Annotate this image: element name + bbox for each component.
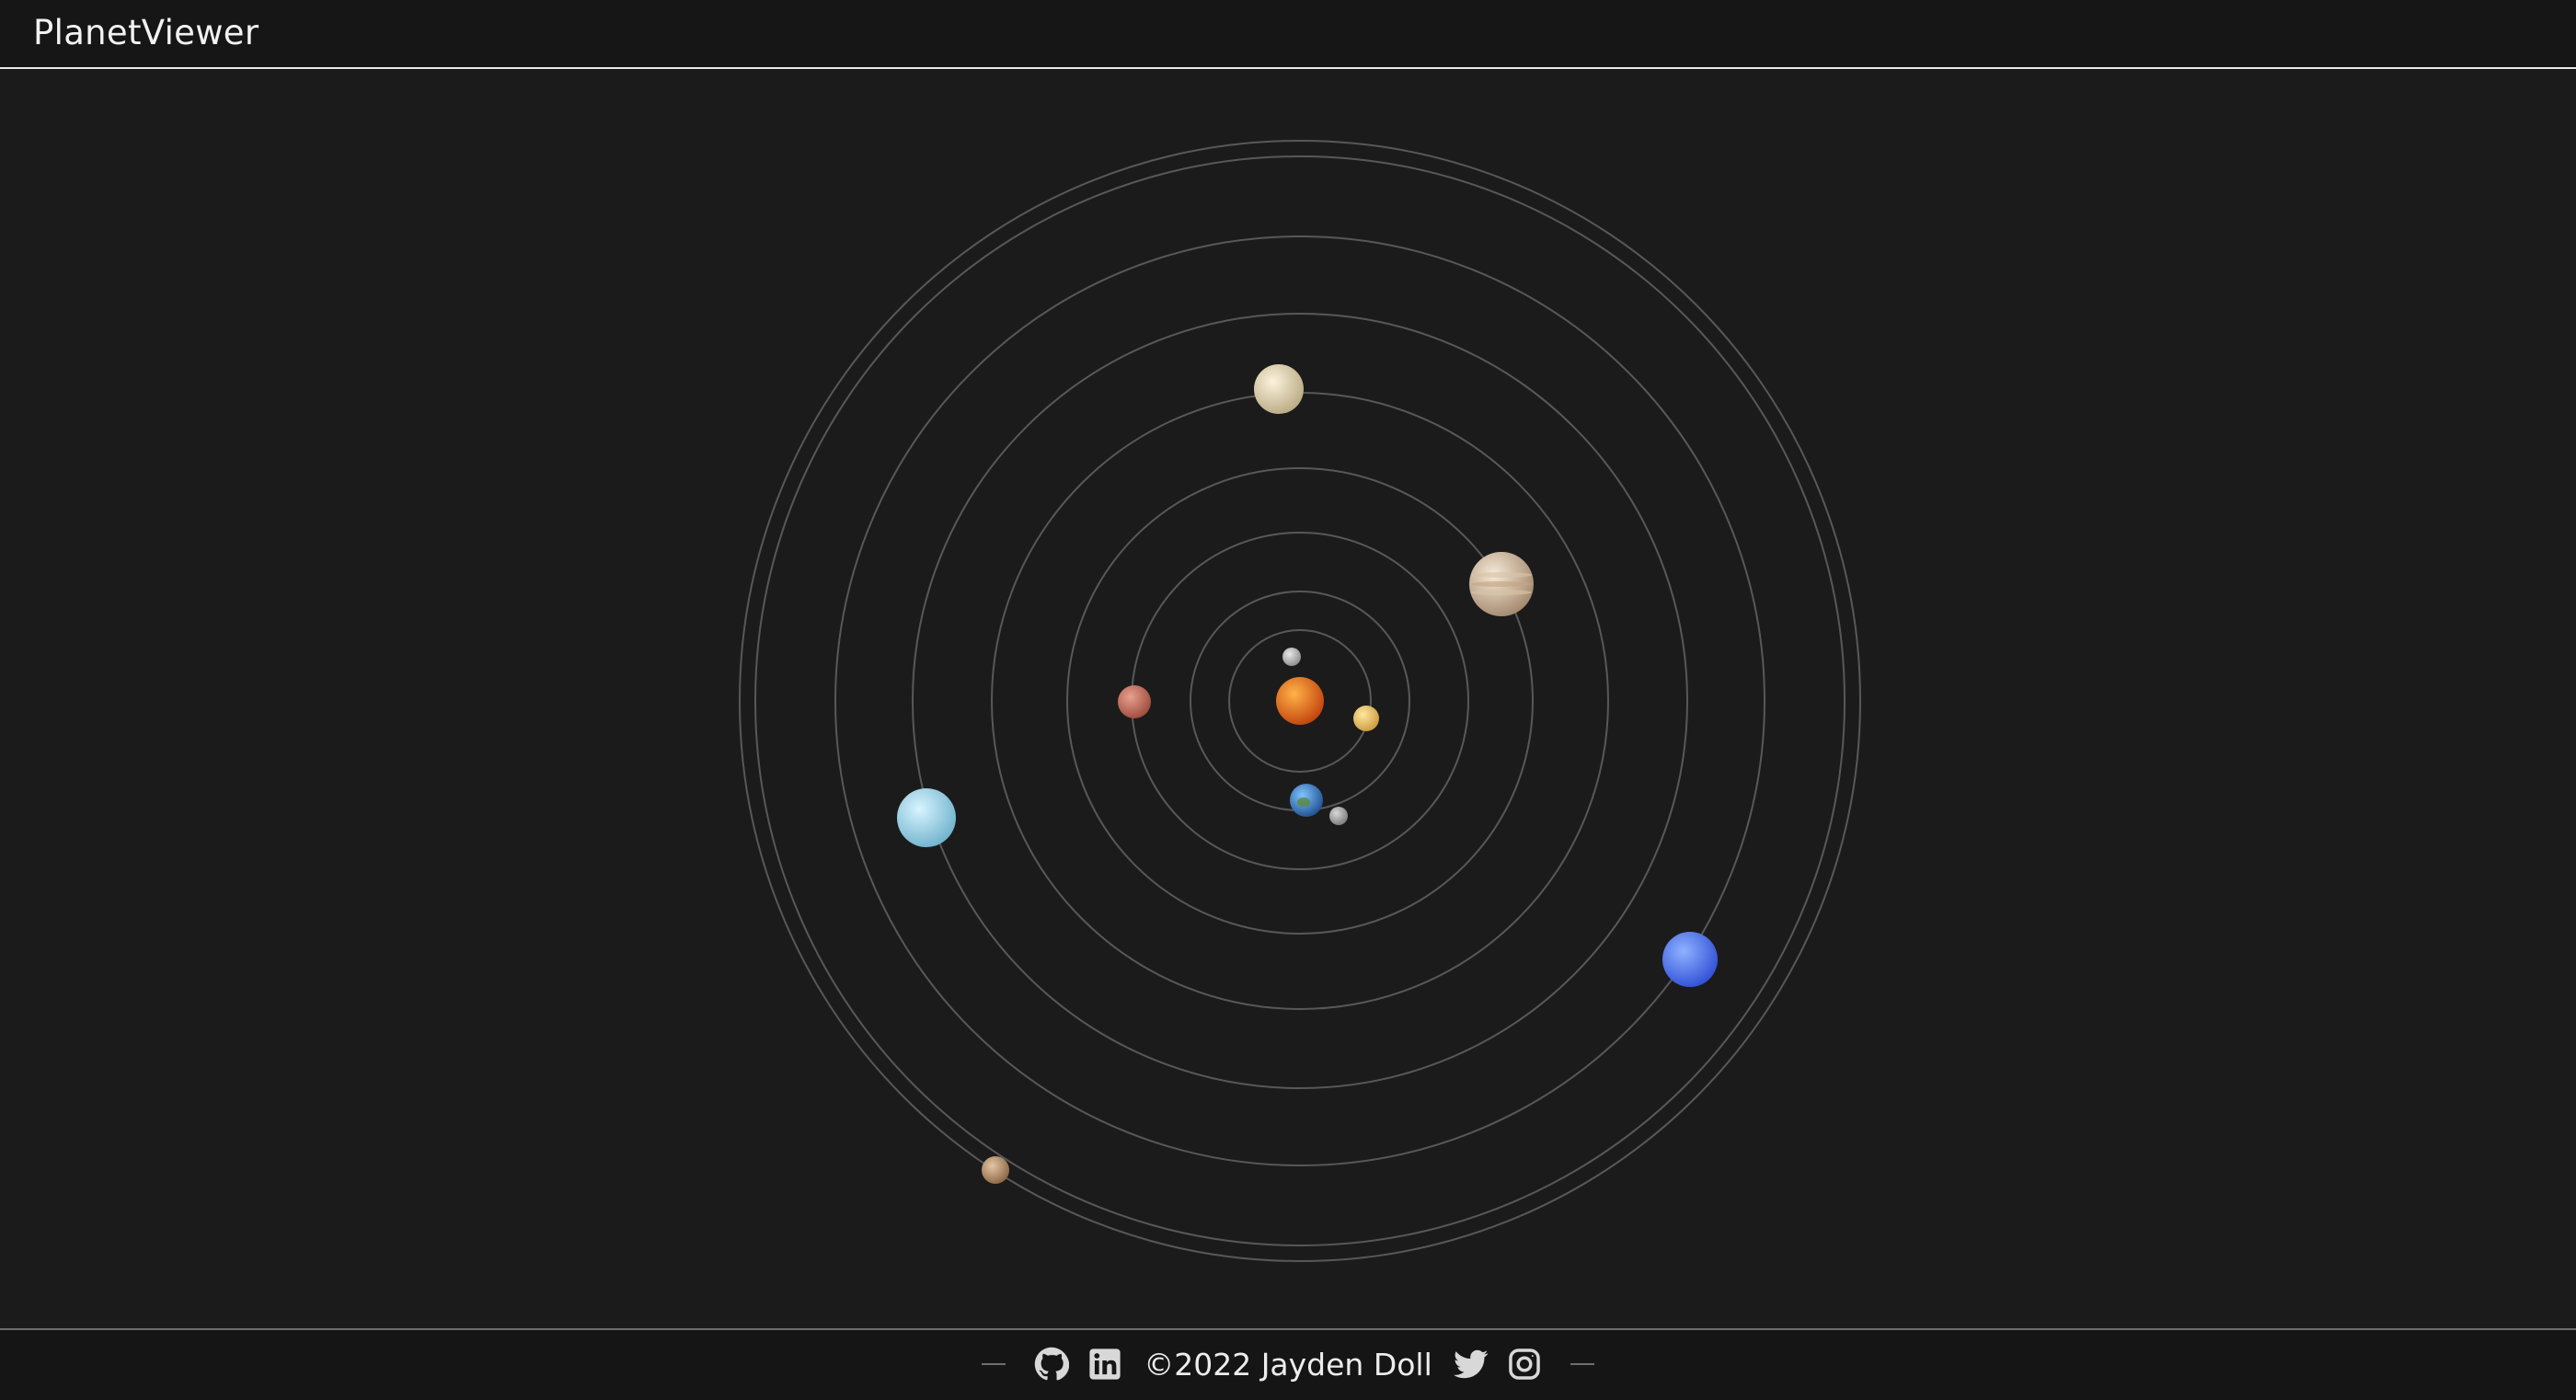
pluto-planet[interactable] xyxy=(982,1156,1009,1184)
brand-link[interactable]: PlanetViewer xyxy=(33,13,259,52)
moon-planet[interactable] xyxy=(1329,807,1348,825)
earth-landmass xyxy=(1297,798,1310,807)
twitter-icon[interactable] xyxy=(1453,1346,1489,1383)
instagram-icon[interactable] xyxy=(1506,1346,1543,1383)
mars-planet[interactable] xyxy=(1118,685,1151,718)
footer-right-dash xyxy=(1570,1363,1594,1365)
solar-system-view[interactable] xyxy=(0,69,2576,1329)
sun-planet[interactable] xyxy=(1276,677,1324,725)
solar-system-canvas[interactable] xyxy=(0,69,2576,1329)
saturn-planet[interactable] xyxy=(1254,364,1304,414)
mercury-planet[interactable] xyxy=(1282,648,1301,666)
linkedin-icon[interactable] xyxy=(1087,1346,1123,1383)
top-navbar: PlanetViewer xyxy=(0,0,2576,69)
github-icon[interactable] xyxy=(1033,1346,1070,1383)
venus-planet[interactable] xyxy=(1353,706,1379,731)
jupiter-band xyxy=(1470,590,1533,595)
jupiter-band xyxy=(1470,581,1533,587)
neptune-planet[interactable] xyxy=(1662,932,1718,987)
copyright-text: ©2022 Jayden Doll xyxy=(1144,1346,1432,1383)
footer-left-dash xyxy=(982,1363,1006,1365)
uranus-planet[interactable] xyxy=(897,788,956,847)
jupiter-band xyxy=(1470,572,1533,578)
footer: ©2022 Jayden Doll xyxy=(0,1328,2576,1400)
